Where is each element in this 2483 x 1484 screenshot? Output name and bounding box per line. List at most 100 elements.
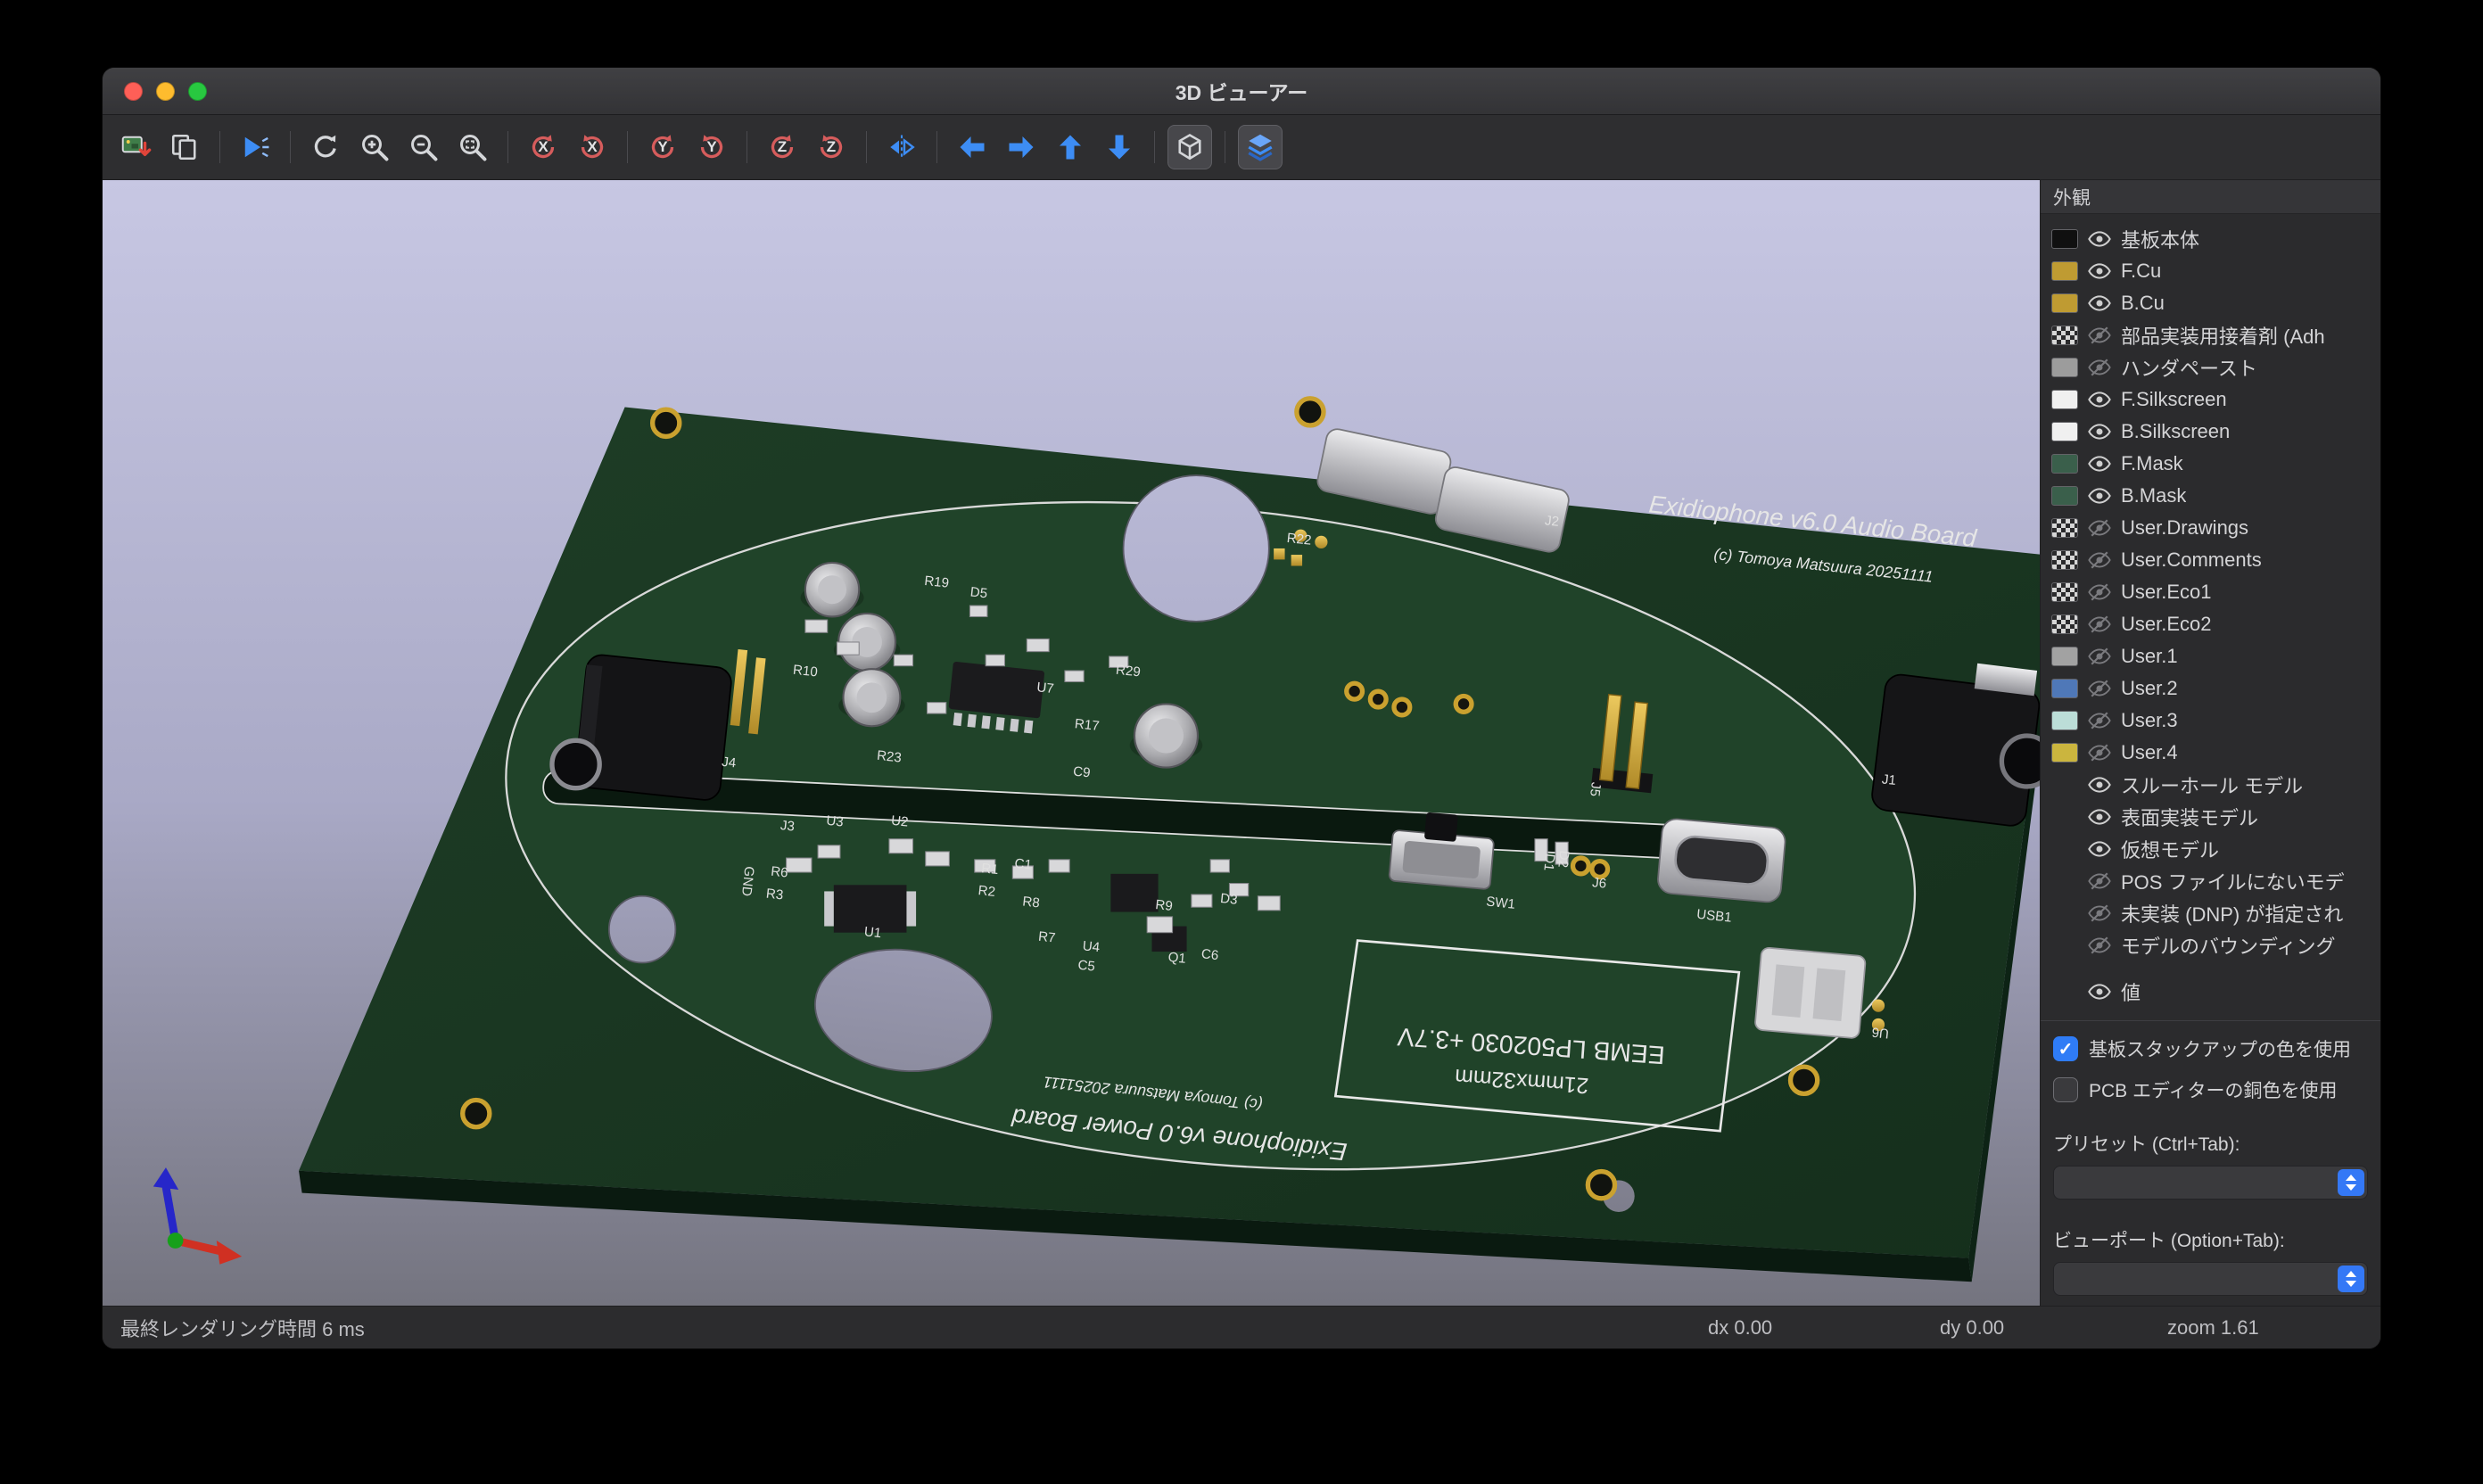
layer-color-swatch[interactable] — [2051, 229, 2078, 249]
layer-color-swatch[interactable] — [2051, 422, 2078, 441]
export-image-button[interactable] — [113, 125, 158, 169]
layer-row: F.Silkscreen — [2041, 383, 2380, 416]
close-button[interactable] — [124, 82, 143, 101]
board-refdes-label: J2 — [1544, 513, 1560, 530]
layer-label: F.Cu — [2121, 260, 2161, 283]
rotate-z-ccw-button[interactable]: Z — [809, 125, 854, 169]
render-time-status: 最終レンダリング時間 6 ms — [120, 1314, 365, 1342]
3d-viewer-window: 3D ビューアー X X Y Y Z Z — [102, 67, 2381, 1349]
option-use-stackup-colors[interactable]: 基板スタックアップの色を使用 — [2053, 1035, 2368, 1062]
3d-viewport[interactable]: Exidiophone v6.0 Audio Board (c) Tomoya … — [103, 180, 2040, 1306]
move-left-button[interactable] — [950, 125, 994, 169]
layer-color-swatch[interactable] — [2051, 486, 2078, 506]
layer-label: User.Comments — [2121, 548, 2262, 572]
visibility-eye-icon[interactable] — [2087, 708, 2112, 733]
visibility-eye-icon[interactable] — [2087, 483, 2112, 508]
status-dy: dy 0.00 — [1940, 1316, 2004, 1340]
layer-label: User.Eco2 — [2121, 613, 2212, 636]
rotate-x-cw-button[interactable]: X — [521, 125, 565, 169]
layer-label: 未実装 (DNP) が指定され — [2121, 899, 2343, 928]
move-down-button[interactable] — [1097, 125, 1142, 169]
preset-select[interactable] — [2053, 1166, 2368, 1200]
option-label: 基板スタックアップの色を使用 — [2089, 1035, 2351, 1062]
layer-list: 基板本体 F.Cu B.Cu 部品実装用接着剤 (Adh ハンダペースト — [2041, 214, 2380, 1008]
visibility-eye-icon[interactable] — [2087, 869, 2112, 894]
layer-color-swatch[interactable] — [2051, 518, 2078, 538]
layer-color-swatch[interactable] — [2051, 261, 2078, 281]
layer-label: 値 — [2121, 977, 2141, 1006]
layer-row: モデルのバウンディング — [2041, 929, 2380, 961]
visibility-eye-icon[interactable] — [2087, 548, 2112, 573]
visibility-eye-icon[interactable] — [2087, 323, 2112, 348]
visibility-eye-icon[interactable] — [2087, 387, 2112, 412]
visibility-eye-icon[interactable] — [2087, 837, 2112, 862]
visibility-eye-icon[interactable] — [2087, 291, 2112, 316]
layer-color-swatch[interactable] — [2051, 293, 2078, 313]
layer-color-swatch[interactable] — [2051, 582, 2078, 602]
layer-row: POS ファイルにないモデ — [2041, 865, 2380, 897]
preset-select-stepper[interactable] — [2338, 1169, 2364, 1196]
layer-color-swatch[interactable] — [2051, 390, 2078, 409]
layer-color-swatch[interactable] — [2051, 647, 2078, 666]
visibility-eye-icon[interactable] — [2087, 451, 2112, 476]
option-checkbox-1[interactable] — [2053, 1077, 2078, 1102]
rotate-axis-letter: Z — [766, 131, 798, 163]
visibility-eye-icon[interactable] — [2087, 612, 2112, 637]
orthographic-projection-toggle[interactable] — [1167, 125, 1212, 169]
title-bar[interactable]: 3D ビューアー — [103, 68, 2380, 115]
rotate-x-ccw-button[interactable]: X — [570, 125, 615, 169]
visibility-eye-icon[interactable] — [2087, 772, 2112, 797]
option-label: PCB エディターの銅色を使用 — [2089, 1076, 2338, 1103]
move-right-button[interactable] — [999, 125, 1044, 169]
visibility-eye-icon[interactable] — [2087, 804, 2112, 829]
option-checkbox-0[interactable] — [2053, 1036, 2078, 1061]
layer-row: User.3 — [2041, 705, 2380, 737]
copy-image-button[interactable] — [162, 125, 207, 169]
visibility-eye-icon[interactable] — [2087, 740, 2112, 765]
appearance-panel: 外観 基板本体 F.Cu B.Cu 部品実装用接着剤 (Adh — [2040, 180, 2380, 1306]
viewport-select-stepper[interactable] — [2338, 1266, 2364, 1292]
rotate-z-cw-button[interactable]: Z — [760, 125, 804, 169]
redraw-button[interactable] — [303, 125, 348, 169]
layer-row: B.Mask — [2041, 480, 2380, 512]
viewport-select[interactable] — [2053, 1262, 2368, 1296]
rotate-y-ccw-button[interactable]: Y — [689, 125, 734, 169]
raytracing-toggle[interactable] — [233, 125, 277, 169]
layer-color-swatch[interactable] — [2051, 550, 2078, 570]
maximize-button[interactable] — [188, 82, 207, 101]
layer-row: User.2 — [2041, 672, 2380, 705]
appearance-panel-toggle[interactable] — [1238, 125, 1283, 169]
layer-color-swatch[interactable] — [2051, 679, 2078, 698]
move-up-button[interactable] — [1048, 125, 1093, 169]
visibility-eye-icon[interactable] — [2087, 644, 2112, 669]
zoom-in-button[interactable] — [352, 125, 397, 169]
status-zoom: zoom 1.61 — [2167, 1316, 2259, 1340]
flip-board-button[interactable] — [879, 125, 924, 169]
visibility-eye-icon[interactable] — [2087, 259, 2112, 284]
visibility-eye-icon[interactable] — [2087, 979, 2112, 1004]
layer-color-swatch[interactable] — [2051, 454, 2078, 474]
board-refdes-label: U2 — [890, 813, 909, 830]
layer-color-swatch[interactable] — [2051, 711, 2078, 730]
zoom-out-button[interactable] — [401, 125, 446, 169]
visibility-eye-icon[interactable] — [2087, 901, 2112, 926]
layer-row: F.Mask — [2041, 448, 2380, 480]
visibility-eye-icon[interactable] — [2087, 580, 2112, 605]
layer-label: B.Mask — [2121, 484, 2186, 507]
pcb-3d-render[interactable]: Exidiophone v6.0 Audio Board (c) Tomoya … — [103, 180, 2040, 1306]
visibility-eye-icon[interactable] — [2087, 515, 2112, 540]
layer-color-swatch[interactable] — [2051, 358, 2078, 377]
visibility-eye-icon[interactable] — [2087, 933, 2112, 958]
visibility-eye-icon[interactable] — [2087, 355, 2112, 380]
rotate-y-cw-button[interactable]: Y — [640, 125, 685, 169]
zoom-fit-button[interactable] — [450, 125, 495, 169]
toolbar-separator — [866, 131, 867, 163]
visibility-eye-icon[interactable] — [2087, 419, 2112, 444]
visibility-eye-icon[interactable] — [2087, 676, 2112, 701]
minimize-button[interactable] — [156, 82, 175, 101]
layer-color-swatch[interactable] — [2051, 743, 2078, 763]
option-use-pcb-editor-copper[interactable]: PCB エディターの銅色を使用 — [2053, 1076, 2368, 1103]
layer-color-swatch[interactable] — [2051, 614, 2078, 634]
visibility-eye-icon[interactable] — [2087, 227, 2112, 251]
layer-color-swatch[interactable] — [2051, 326, 2078, 345]
